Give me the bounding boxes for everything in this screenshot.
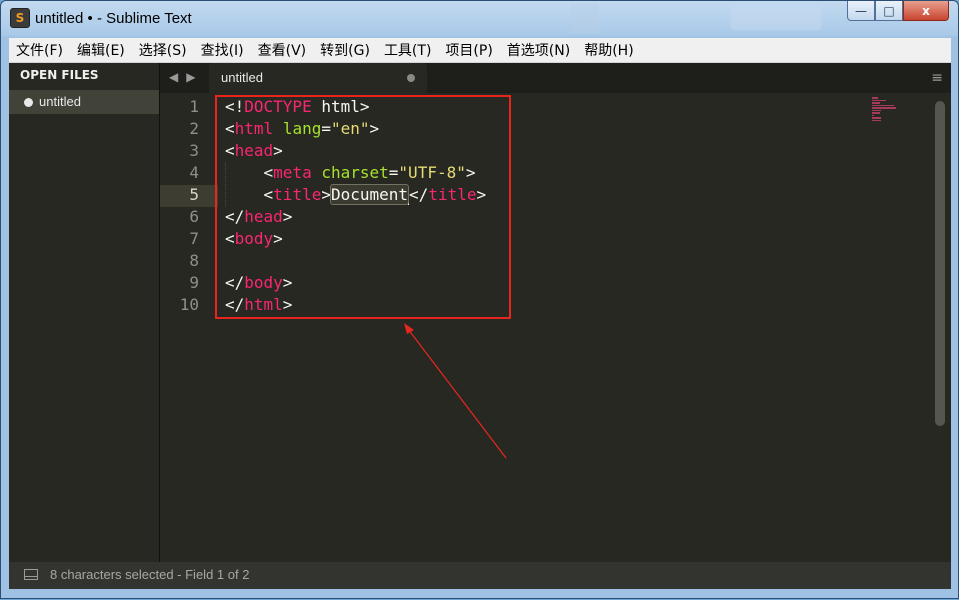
status-text: 8 characters selected - Field 1 of 2	[50, 567, 250, 582]
status-bar: 8 characters selected - Field 1 of 2	[9, 562, 951, 589]
annotation-arrow	[404, 323, 507, 459]
app-window: S untitled • - Sublime Text — □ x 文件(F) …	[0, 0, 959, 599]
panel-toggle-icon[interactable]	[24, 569, 38, 580]
